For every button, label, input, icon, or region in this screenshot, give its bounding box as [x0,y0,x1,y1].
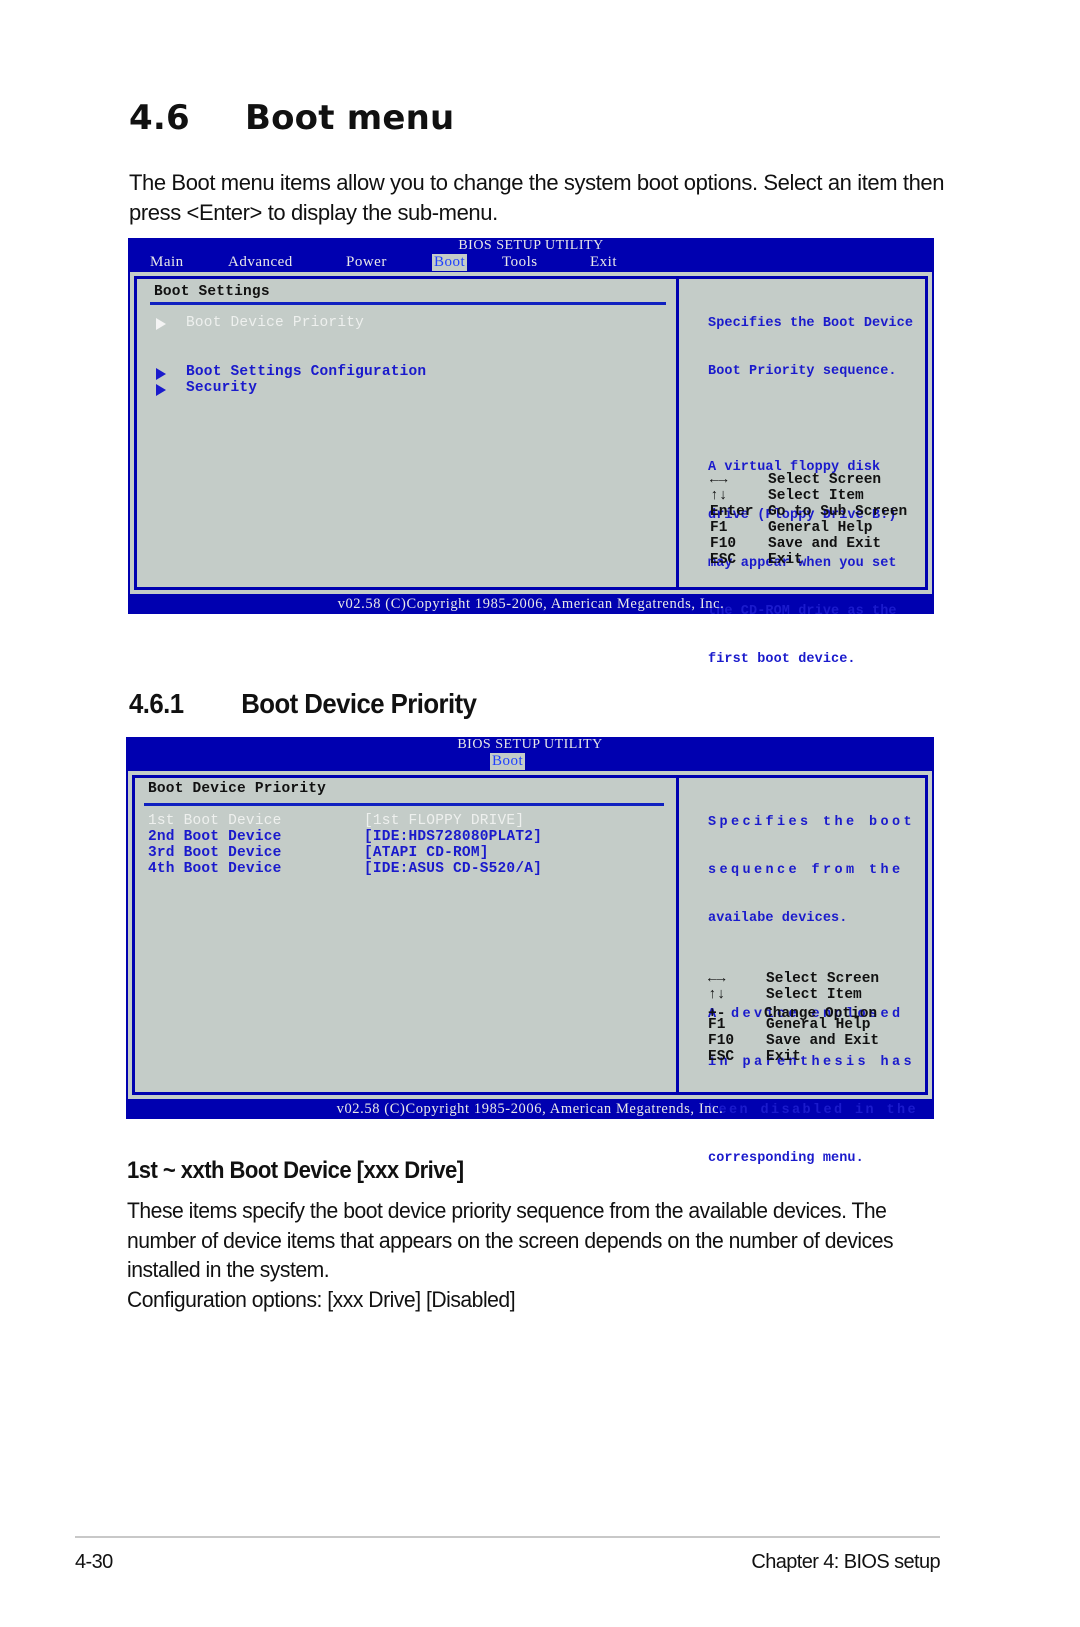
configuration-options: Configuration options: [xxx Drive] [Disa… [127,1286,516,1312]
key-label: F1 [710,520,728,536]
tab-boot[interactable]: Boot [432,254,468,271]
help-line: availabe devices. [708,911,848,926]
help-line: first boot device. [708,652,856,667]
key-row: ←→ Select Screen [710,472,930,488]
key-row: ↑↓ Select Item [710,488,930,504]
subsection-heading: 4.6.1 Boot Device Priority [129,688,477,720]
panel-divider [676,775,679,1095]
boot-device-label-4[interactable]: 4th Boot Device [148,861,282,877]
key-desc: Select Item [768,488,864,504]
key-desc: Go to Sub Screen [768,504,908,520]
key-row: ←→ Select Screen [708,971,928,987]
boot-device-label-2[interactable]: 2nd Boot Device [148,829,282,845]
key-label: F10 [710,536,737,552]
bios-body: Boot Settings Boot Device Priority Boot … [130,272,932,667]
bios-copyright: v02.58 (C)Copyright 1985-2006, American … [336,1101,724,1117]
help-line: sequence from the [708,863,904,878]
panel-title: Boot Settings [154,284,270,300]
up-down-arrow-icon: ↑↓ [708,987,726,1003]
left-right-arrow-icon: ←→ [710,472,728,488]
key-row: F1 General Help [710,520,930,536]
key-legend: ←→ Select Screen ↑↓ Select Item Enter Go… [710,472,930,568]
panel-title: Boot Device Priority [148,781,327,797]
intro-paragraph: The Boot menu items allow you to change … [129,170,945,225]
section-title: Boot menu [245,98,455,138]
tab-boot[interactable]: Boot [490,753,526,770]
key-desc: Exit [768,552,803,568]
boot-device-value-4[interactable]: [IDE:ASUS CD-S520/A] [364,861,542,877]
item-description: These items specify the boot device prio… [127,1196,953,1314]
help-line: Boot Priority sequence. [708,364,897,379]
item-paragraph: These items specify the boot device prio… [127,1198,894,1282]
footer-rule [75,1536,940,1538]
boot-device-value-1[interactable]: [1st FLOPPY DRIVE] [364,813,524,829]
key-label: F10 [708,1033,735,1049]
tab-main[interactable]: Main [148,254,186,271]
boot-device-label-1[interactable]: 1st Boot Device [148,813,282,829]
key-row: ESC Exit [708,1049,928,1065]
key-label: ESC [710,552,737,568]
boot-device-label-3[interactable]: 3rd Boot Device [148,845,282,861]
key-desc: General Help [766,1017,871,1033]
boot-device-value-2[interactable]: [IDE:HDS728080PLAT2] [364,829,542,845]
key-label: Enter [710,504,754,520]
key-row: ESC Exit [710,552,930,568]
key-desc: Save and Exit [768,536,882,552]
tab-tools[interactable]: Tools [500,254,540,271]
key-legend: ←→ Select Screen ↑↓ Select Item +- Chang… [708,971,928,1065]
panel-divider [676,276,679,590]
key-row: ↑↓ Select Item [708,987,928,1003]
submenu-arrow-icon [156,368,166,380]
key-row: Enter Go to Sub Screen [710,504,930,520]
submenu-arrow-icon [156,384,166,396]
section-heading: 4.6 Boot menu [129,98,454,138]
tab-exit[interactable]: Exit [588,254,619,271]
subsection-title: Boot Device Priority [241,688,477,719]
key-row: +- Change Option [708,1003,928,1022]
bios-tab-bar: Main Advanced Power Boot Tools Exit [128,254,934,272]
bios-body: Boot Device Priority 1st Boot Device [1s… [128,771,932,1166]
menu-item-security[interactable]: Security [186,380,257,396]
page-number: 4-30 [75,1551,113,1573]
key-desc: Save and Exit [766,1033,880,1049]
key-desc: General Help [768,520,873,536]
bios-title: BIOS SETUP UTILITY [458,238,604,253]
key-row: F10 Save and Exit [708,1033,928,1049]
menu-item-boot-device-priority[interactable]: Boot Device Priority [186,315,364,331]
up-down-arrow-icon: ↑↓ [710,488,728,504]
left-right-arrow-icon: ←→ [708,971,726,987]
help-line: Specifies the Boot Device [708,316,914,331]
submenu-arrow-icon [156,318,166,330]
bios-copyright: v02.58 (C)Copyright 1985-2006, American … [337,596,725,612]
section-number: 4.6 [129,98,190,138]
chapter-label: Chapter 4: BIOS setup [751,1551,940,1573]
panel-title-rule [144,803,664,806]
bios-boot-device-priority-screen: BIOS SETUP UTILITY Boot Boot Device Prio… [126,737,934,1166]
panel-title-rule [150,302,666,305]
help-line: Specifies the boot [708,815,916,830]
menu-item-boot-settings-configuration[interactable]: Boot Settings Configuration [186,364,426,380]
boot-device-value-3[interactable]: [ATAPI CD-ROM] [364,845,489,861]
key-desc: Select Screen [768,472,882,488]
key-desc: Select Screen [766,971,880,987]
subsection-number: 4.6.1 [129,688,184,719]
item-heading: 1st ~ xxth Boot Device [xxx Drive] [127,1157,464,1184]
help-line: corresponding menu. [708,1151,864,1166]
key-label: ESC [708,1049,735,1065]
bios-tab-bar: Boot [126,753,934,771]
tab-advanced[interactable]: Advanced [226,254,295,271]
key-desc: Exit [766,1049,801,1065]
bios-boot-menu-screen: BIOS SETUP UTILITY Main Advanced Power B… [128,238,934,667]
key-desc: Select Item [766,987,862,1003]
bios-title: BIOS SETUP UTILITY [457,737,603,752]
key-row: F1 General Help [708,1017,928,1033]
key-label: F1 [708,1017,726,1033]
key-row: F10 Save and Exit [710,536,930,552]
tab-power[interactable]: Power [344,254,389,271]
